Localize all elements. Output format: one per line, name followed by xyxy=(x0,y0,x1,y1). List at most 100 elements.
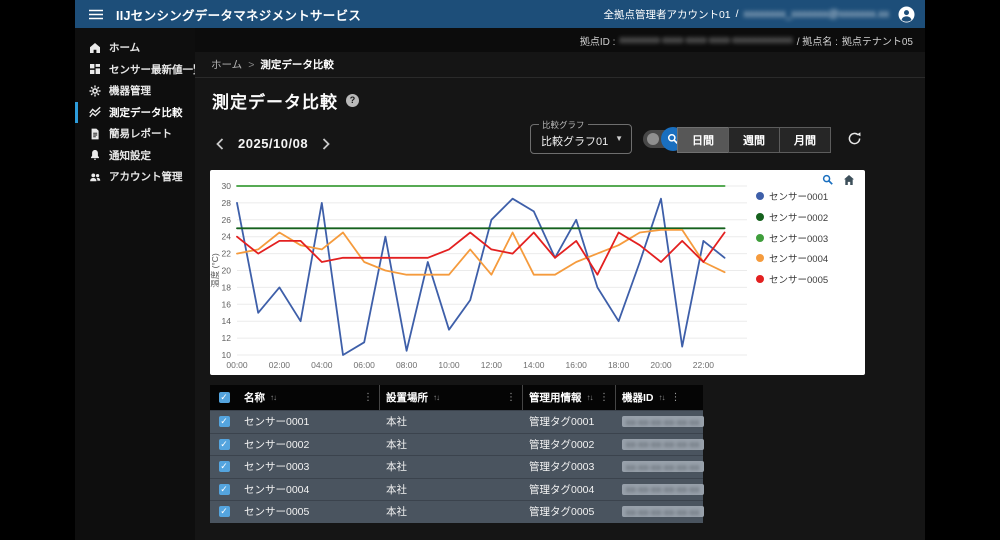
row-checkbox[interactable]: ✓ xyxy=(219,484,230,495)
breadcrumb-home[interactable]: ホーム xyxy=(211,57,242,72)
graph-select[interactable]: 比較グラフ 比較グラフ01 ▼ xyxy=(530,124,632,154)
sidebar-item-4[interactable]: 簡易レポート xyxy=(75,123,195,145)
device-id-masked: xx-xx-xx-xx-xx-xx xyxy=(622,416,704,427)
column-header-管理用情報[interactable]: 管理用情報↑↓⋮ xyxy=(523,385,616,410)
legend-dot xyxy=(756,254,764,262)
column-header-機器ID[interactable]: 機器ID↑↓⋮ xyxy=(616,385,703,410)
table-row: ✓センサー0001本社管理タグ0001xx-xx-xx-xx-xx-xx xyxy=(210,410,703,433)
page-title: 測定データ比較 xyxy=(212,88,338,113)
table-cell: センサー0001 xyxy=(238,411,380,433)
site-id-label: 拠点ID : xyxy=(580,33,616,48)
legend-item[interactable]: センサー0005 xyxy=(756,272,828,286)
chart-line-icon xyxy=(89,106,101,118)
table-cell: 管理タグ0004 xyxy=(523,479,616,501)
svg-text:10: 10 xyxy=(222,350,232,360)
row-checkbox[interactable]: ✓ xyxy=(219,439,230,450)
table-cell: 本社 xyxy=(380,456,523,478)
legend-dot xyxy=(756,234,764,242)
device-id-cell: xx-xx-xx-xx-xx-xx xyxy=(616,479,703,501)
sort-icon[interactable]: ↑↓ xyxy=(433,393,439,402)
avatar[interactable] xyxy=(898,6,915,23)
column-menu-icon[interactable]: ⋮ xyxy=(363,392,373,403)
sidebar-item-label: ホーム xyxy=(109,40,140,55)
sidebar-item-3[interactable]: 測定データ比較 xyxy=(75,102,195,124)
row-checkbox-cell: ✓ xyxy=(210,411,238,433)
sidebar-item-6[interactable]: アカウント管理 xyxy=(75,166,195,188)
legend-dot xyxy=(756,192,764,200)
site-bar: 拠点ID : xxxxxxxx-xxxx-xxxx-xxxx-xxxxxxxxx… xyxy=(195,28,925,52)
home-icon xyxy=(89,42,101,54)
sort-icon[interactable]: ↑↓ xyxy=(587,393,593,402)
chart-zoom-icon[interactable] xyxy=(822,174,834,186)
sidebar-item-label: 通知設定 xyxy=(109,148,151,163)
refresh-button[interactable] xyxy=(847,131,862,146)
row-checkbox[interactable]: ✓ xyxy=(219,506,230,517)
sidebar-item-label: 測定データ比較 xyxy=(109,105,183,120)
zoom-toggle[interactable] xyxy=(643,130,681,148)
account-separator: / xyxy=(736,8,739,20)
column-label: 名称 xyxy=(244,390,265,405)
row-checkbox[interactable]: ✓ xyxy=(219,461,230,472)
sidebar-item-2[interactable]: 機器管理 xyxy=(75,80,195,102)
row-checkbox[interactable]: ✓ xyxy=(219,416,230,427)
prev-day-button[interactable] xyxy=(216,138,224,150)
period-button-月間[interactable]: 月間 xyxy=(779,127,831,153)
table-row: ✓センサー0005本社管理タグ0005xx-xx-xx-xx-xx-xx xyxy=(210,500,703,523)
chart-home-icon[interactable] xyxy=(843,174,855,186)
column-header-設置場所[interactable]: 設置場所↑↓⋮ xyxy=(380,385,523,410)
svg-text:12: 12 xyxy=(222,333,232,343)
account-info: 全拠点管理者アカウント01 / xxxxxxxx_xxxxxxx@xxxxxxx… xyxy=(603,6,915,23)
report-icon xyxy=(89,128,101,140)
series-センサー0001 xyxy=(237,199,725,355)
device-id-cell: xx-xx-xx-xx-xx-xx xyxy=(616,456,703,478)
table-cell: 本社 xyxy=(380,479,523,501)
account-email-masked: xxxxxxxx_xxxxxxx@xxxxxxx.xx xyxy=(744,8,889,20)
legend-item[interactable]: センサー0003 xyxy=(756,231,828,245)
sensor-table: ✓名称↑↓⋮設置場所↑↓⋮管理用情報↑↓⋮機器ID↑↓⋮✓センサー0001本社管… xyxy=(210,385,703,523)
main-content: 拠点ID : xxxxxxxx-xxxx-xxxx-xxxx-xxxxxxxxx… xyxy=(195,28,925,540)
page-title-row: 測定データ比較 ? xyxy=(212,88,359,113)
legend-label: センサー0002 xyxy=(769,210,828,224)
legend-label: センサー0005 xyxy=(769,272,828,286)
legend-label: センサー0004 xyxy=(769,251,828,265)
svg-text:00:00: 00:00 xyxy=(226,360,248,370)
sidebar-item-5[interactable]: 通知設定 xyxy=(75,145,195,167)
legend-item[interactable]: センサー0004 xyxy=(756,251,828,265)
sidebar-item-0[interactable]: ホーム xyxy=(75,37,195,59)
sort-icon[interactable]: ↑↓ xyxy=(270,393,276,402)
sidebar-item-1[interactable]: センサー最新値一覧 xyxy=(75,59,195,81)
menu-icon[interactable] xyxy=(89,9,103,20)
legend-item[interactable]: センサー0001 xyxy=(756,189,828,203)
table-cell: 本社 xyxy=(380,501,523,523)
period-button-週間[interactable]: 週間 xyxy=(728,127,780,153)
legend-item[interactable]: センサー0002 xyxy=(756,210,828,224)
graph-select-label: 比較グラフ xyxy=(539,119,588,131)
table-cell: 管理タグ0003 xyxy=(523,456,616,478)
svg-text:22: 22 xyxy=(222,249,232,259)
column-menu-icon[interactable]: ⋮ xyxy=(671,392,681,403)
column-menu-icon[interactable]: ⋮ xyxy=(599,392,609,403)
help-icon[interactable]: ? xyxy=(346,94,359,107)
breadcrumb: ホーム > 測定データ比較 xyxy=(195,52,925,78)
legend-dot xyxy=(756,275,764,283)
select-all-checkbox[interactable]: ✓ xyxy=(219,392,230,403)
sort-icon[interactable]: ↑↓ xyxy=(659,393,665,402)
svg-text:04:00: 04:00 xyxy=(311,360,333,370)
next-day-button[interactable] xyxy=(322,138,330,150)
column-header-名称[interactable]: 名称 ↑↓ ⋮ xyxy=(238,385,380,410)
svg-text:16:00: 16:00 xyxy=(566,360,588,370)
sidebar-item-label: 機器管理 xyxy=(109,83,151,98)
gear-icon xyxy=(89,85,101,97)
table-cell: 管理タグ0005 xyxy=(523,501,616,523)
period-button-日間[interactable]: 日間 xyxy=(677,127,729,153)
column-menu-icon[interactable]: ⋮ xyxy=(506,392,516,403)
sidebar-item-label: アカウント管理 xyxy=(109,169,183,184)
table-row: ✓センサー0002本社管理タグ0002xx-xx-xx-xx-xx-xx xyxy=(210,433,703,456)
svg-text:28: 28 xyxy=(222,198,232,208)
svg-text:30: 30 xyxy=(222,181,232,191)
table-header-row: ✓名称↑↓⋮設置場所↑↓⋮管理用情報↑↓⋮機器ID↑↓⋮ xyxy=(210,385,703,410)
sidebar-item-label: センサー最新値一覧 xyxy=(109,62,204,77)
current-date: 2025/10/08 xyxy=(238,136,308,151)
row-checkbox-cell: ✓ xyxy=(210,456,238,478)
device-id-masked: xx-xx-xx-xx-xx-xx xyxy=(622,461,704,472)
